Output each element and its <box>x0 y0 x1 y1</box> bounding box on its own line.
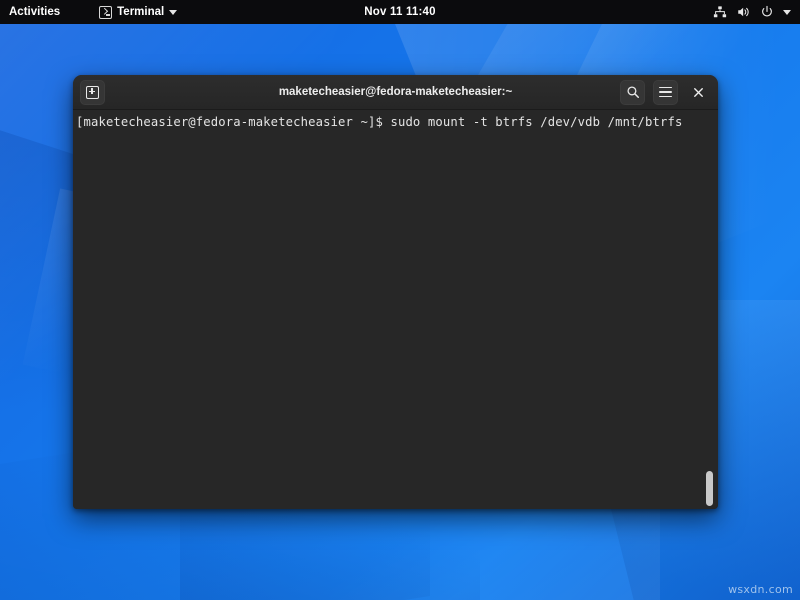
volume-icon[interactable] <box>736 5 751 19</box>
system-tray <box>713 5 800 19</box>
activities-button[interactable]: Activities <box>0 0 69 24</box>
new-tab-button[interactable] <box>80 80 105 105</box>
gnome-top-bar: Activities Terminal Nov 11 11:40 <box>0 0 800 24</box>
terminal-command-line: [maketecheasier@fedora-maketecheasier ~]… <box>75 115 718 130</box>
menu-button[interactable] <box>653 80 678 105</box>
close-icon <box>692 86 705 99</box>
search-button[interactable] <box>620 80 645 105</box>
power-icon[interactable] <box>760 5 774 19</box>
wallpaper-facet <box>180 505 480 600</box>
app-menu-terminal[interactable]: Terminal <box>93 0 183 24</box>
terminal-scrollbar-thumb[interactable] <box>706 471 713 506</box>
close-button[interactable] <box>686 80 711 105</box>
app-menu-label: Terminal <box>117 6 164 18</box>
terminal-content-area[interactable]: [maketecheasier@fedora-maketecheasier ~]… <box>73 110 718 509</box>
watermark: wsxdn.com <box>728 583 793 596</box>
search-icon <box>626 85 640 99</box>
chevron-down-icon <box>169 10 177 15</box>
desktop-screen: Activities Terminal Nov 11 11:40 <box>0 0 800 600</box>
terminal-scrollbar[interactable] <box>706 110 715 509</box>
terminal-icon <box>99 6 112 19</box>
terminal-window[interactable]: maketecheasier@fedora-maketecheasier:~ <box>73 75 718 509</box>
terminal-titlebar[interactable]: maketecheasier@fedora-maketecheasier:~ <box>73 75 718 110</box>
new-tab-icon <box>86 86 99 99</box>
system-menu-chevron-down-icon[interactable] <box>783 10 791 15</box>
hamburger-menu-icon <box>659 87 672 98</box>
network-wired-icon[interactable] <box>713 5 727 19</box>
